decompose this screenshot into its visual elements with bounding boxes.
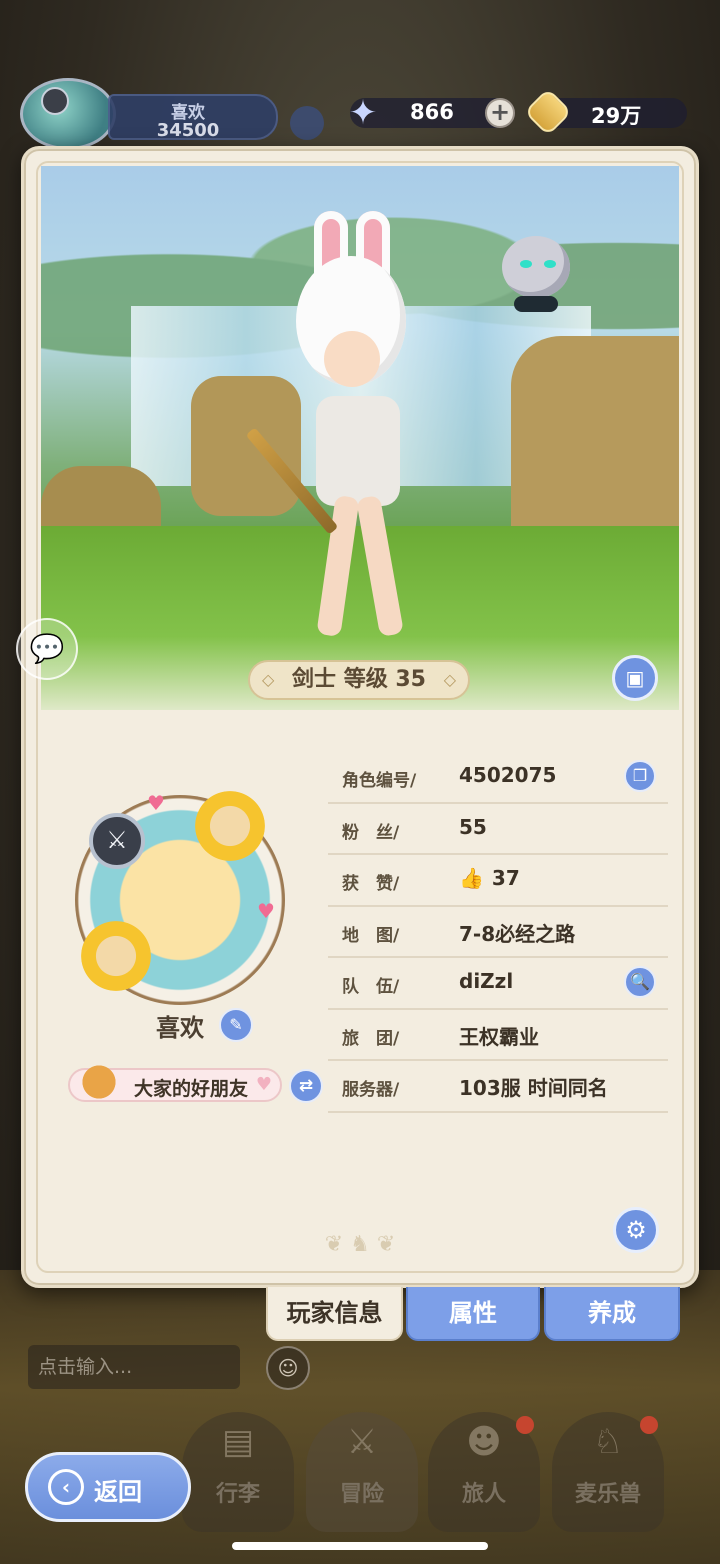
chat-bubble-button[interactable]: 💬 — [16, 618, 78, 680]
back-label: 返回 — [94, 1478, 142, 1506]
nav-pets[interactable]: ♘ 麦乐兽 — [552, 1412, 664, 1532]
notification-dot — [640, 1416, 658, 1434]
info-label: 队 伍/ — [342, 977, 400, 997]
info-row-team: 队 伍/ diZzl 🔍 — [328, 958, 668, 1010]
info-label: 地 图/ — [342, 925, 400, 946]
back-arrow-icon: ‹ — [48, 1469, 84, 1505]
photo-card-icon: ▣ — [625, 666, 645, 690]
info-label: 粉 丝/ — [342, 822, 400, 843]
shield-icon — [290, 106, 324, 140]
star-gem-icon: ✦ — [348, 93, 378, 133]
profile-info-table: 角色编号/ 4502075 ❐ 粉 丝/ 55 获 赞/ 👍 37 地 图/ 7-… — [328, 752, 668, 1113]
search-icon: 🔍 — [630, 972, 650, 991]
info-row-fans: 粉 丝/ 55 — [328, 804, 668, 855]
nav-label: 麦乐兽 — [574, 1482, 641, 1507]
character-scene — [41, 166, 679, 710]
add-gems-button[interactable]: + — [485, 98, 515, 128]
character-body — [316, 396, 400, 506]
copy-icon: ❐ — [632, 766, 648, 785]
heart-icon: ♥ — [147, 791, 165, 815]
player-power: 34500 — [156, 120, 220, 141]
info-label: 获 赞/ — [342, 874, 400, 894]
tab-player-info[interactable]: 玩家信息 — [266, 1287, 403, 1341]
chat-input[interactable]: 点击输入... — [28, 1345, 240, 1389]
info-value: 55 — [459, 814, 487, 839]
nav-travelers[interactable]: ☻ 旅人 — [428, 1412, 540, 1532]
copy-id-button[interactable]: ❐ — [624, 760, 656, 792]
info-value: 7-8必经之路 — [459, 921, 576, 946]
pencil-icon: ✎ — [229, 1015, 243, 1034]
sunflower-icon — [81, 921, 151, 991]
info-row-guild: 旅 团/ 王权霸业 — [328, 1010, 668, 1061]
pet-eye — [520, 260, 532, 268]
profile-avatar[interactable]: ⚔ ♥ ♥ — [75, 791, 285, 1005]
tab-attributes[interactable]: 属性 — [406, 1287, 540, 1341]
sword-class-icon: ⚔ — [89, 813, 145, 869]
switch-title-button[interactable]: ⇄ — [289, 1069, 323, 1103]
pet-companion — [496, 226, 576, 316]
profile-nickname: 喜欢 — [156, 1014, 204, 1042]
home-indicator[interactable] — [232, 1542, 488, 1550]
tab-develop[interactable]: 养成 — [544, 1287, 680, 1341]
settings-button[interactable]: ⚙ — [613, 1207, 659, 1253]
heart-icon: ♥ — [257, 899, 275, 923]
info-row-server: 服务器/ 103服 时间同名 — [328, 1061, 668, 1113]
likes-value-wrap: 👍 37 — [459, 866, 520, 890]
swap-arrows-icon: ⇄ — [298, 1076, 314, 1096]
pet-body — [502, 236, 570, 298]
nav-luggage[interactable]: ▤ 行李 — [182, 1412, 294, 1532]
title-text: 大家的好朋友 — [134, 1078, 249, 1100]
info-value: diZzl — [459, 969, 514, 993]
chat-icon: 💬 — [29, 632, 65, 665]
title-badge: 大家的好朋友 ♥ — [68, 1060, 282, 1104]
character-face — [324, 331, 380, 387]
player-character[interactable] — [245, 211, 436, 638]
title-decoration-icon — [70, 1060, 128, 1104]
gold-amount: 29万 — [591, 104, 642, 128]
sword-icon — [41, 87, 69, 115]
info-row-likes: 获 赞/ 👍 37 — [328, 855, 668, 907]
smiley-icon: ☺ — [277, 1356, 299, 1380]
sunflower-icon — [195, 791, 265, 861]
nav-label: 行李 — [215, 1482, 260, 1507]
backpack-icon: ▤ — [221, 1422, 255, 1462]
player-badge[interactable]: 喜欢 34500 — [8, 78, 278, 150]
info-label: 角色编号/ — [342, 771, 417, 791]
gold-counter: 29万 — [523, 87, 687, 137]
edit-nickname-button[interactable]: ✎ — [219, 1008, 253, 1042]
thumbs-up-icon: 👍 — [459, 866, 484, 890]
info-value: 37 — [491, 866, 520, 890]
search-team-button[interactable]: 🔍 — [624, 966, 656, 998]
card-ornament-icon: ❦ ♞ ❦ — [324, 1232, 396, 1257]
crossed-swords-icon: ⚔ — [346, 1422, 378, 1462]
emoji-button[interactable]: ☺ — [266, 1346, 310, 1390]
pet-eye — [544, 260, 556, 268]
nav-adventure[interactable]: ⚔ 冒险 — [306, 1412, 418, 1532]
info-label: 服务器/ — [342, 1080, 400, 1100]
class-level-tag: 剑士 等级 35 — [248, 660, 470, 700]
back-button[interactable]: ‹ 返回 — [25, 1452, 191, 1522]
player-avatar — [20, 78, 116, 150]
gem-amount: 866 — [410, 100, 454, 124]
info-label: 旅 团/ — [342, 1028, 400, 1049]
info-value: 103服 时间同名 — [459, 1076, 608, 1100]
nav-label: 旅人 — [461, 1482, 506, 1507]
gem-counter: ✦ 866 + — [349, 94, 515, 132]
photo-card-button[interactable]: ▣ — [612, 655, 658, 701]
info-value: 王权霸业 — [459, 1024, 539, 1049]
character-leg — [356, 494, 404, 638]
heart-icon: ♥ — [255, 1074, 272, 1095]
nav-label: 冒险 — [339, 1482, 384, 1507]
pet-feet — [514, 296, 558, 312]
info-row-role-id: 角色编号/ 4502075 ❐ — [328, 752, 668, 804]
info-row-map: 地 图/ 7-8必经之路 — [328, 907, 668, 958]
gear-icon: ⚙ — [625, 1216, 647, 1244]
notification-dot — [516, 1416, 534, 1434]
info-value: 4502075 — [459, 763, 557, 787]
